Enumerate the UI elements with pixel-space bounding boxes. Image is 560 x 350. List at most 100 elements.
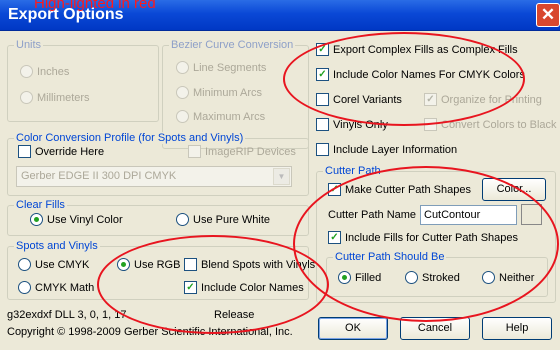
bezier-line-segments-radio[interactable]: Line Segments <box>176 61 266 74</box>
spots-vinyls-legend: Spots and Vinyls <box>14 240 100 252</box>
cancel-button[interactable]: Cancel <box>400 317 470 340</box>
units-millimeters-label: Millimeters <box>37 91 90 104</box>
dialog-client-area: Units Inches Millimeters Bezier Curve Co… <box>0 31 560 350</box>
cutter-path-legend: Cutter Path <box>323 165 383 177</box>
make-cutter-shapes-label: Make Cutter Path Shapes <box>345 183 471 196</box>
include-cmyk-names-label: Include Color Names For CMYK Colors <box>333 68 525 81</box>
checkbox-box: ✓ <box>316 43 329 56</box>
use-cmyk-label: Use CMYK <box>35 258 90 271</box>
radio-indicator <box>20 91 33 104</box>
checkbox-box <box>316 93 329 106</box>
filled-radio[interactable]: Filled <box>338 271 381 284</box>
blend-spots-label: Blend Spots with Vinyls <box>201 258 316 271</box>
use-vinyl-color-label: Use Vinyl Color <box>47 213 123 226</box>
units-group: Units <box>7 39 159 122</box>
dropdown-arrow-icon[interactable]: ▼ <box>273 168 290 185</box>
use-rgb-radio[interactable]: Use RGB <box>117 258 180 271</box>
help-button[interactable]: Help <box>482 317 552 340</box>
override-here-checkbox[interactable]: Override Here <box>18 145 104 158</box>
include-color-names-checkbox[interactable]: ✓ Include Color Names <box>184 281 304 294</box>
use-vinyl-color-radio[interactable]: Use Vinyl Color <box>30 213 123 226</box>
neither-radio[interactable]: Neither <box>482 271 534 284</box>
organize-printing-label: Organize for Printing <box>441 93 542 106</box>
checkbox-box: ✓ <box>328 231 341 244</box>
checkbox-box <box>316 143 329 156</box>
checkbox-box <box>184 258 197 271</box>
blend-spots-checkbox[interactable]: Blend Spots with Vinyls <box>184 258 315 271</box>
corel-variants-checkbox[interactable]: Corel Variants <box>316 93 402 106</box>
release-text: Release <box>214 309 255 321</box>
checkbox-box <box>424 118 437 131</box>
organize-printing-checkbox[interactable]: ✓ Organize for Printing <box>424 93 542 106</box>
annotation-text: High-lighted in red <box>34 0 156 12</box>
checkbox-box: ✓ <box>328 183 341 196</box>
ok-button[interactable]: OK <box>318 317 388 340</box>
color-profile-value: Gerber EDGE II 300 DPI CMYK <box>21 170 177 182</box>
radio-indicator <box>117 258 130 271</box>
export-complex-fills-checkbox[interactable]: ✓ Export Complex Fills as Complex Fills <box>316 43 518 56</box>
bezier-minimum-arcs-label: Minimum Arcs <box>193 86 263 99</box>
radio-indicator <box>482 271 495 284</box>
units-legend: Units <box>14 39 44 51</box>
close-icon[interactable]: ✕ <box>536 3 560 27</box>
checkbox-box <box>316 118 329 131</box>
clear-fills-legend: Clear Fills <box>14 199 67 211</box>
use-cmyk-radio[interactable]: Use CMYK <box>18 258 89 271</box>
include-cmyk-names-checkbox[interactable]: ✓ Include Color Names For CMYK Colors <box>316 68 525 81</box>
checkbox-box: ✓ <box>316 68 329 81</box>
cmyk-math-radio[interactable]: CMYK Math <box>18 281 94 294</box>
copyright-text: Copyright © 1998-2009 Gerber Scientific … <box>7 326 293 338</box>
convert-black-checkbox[interactable]: Convert Colors to Black <box>424 118 557 131</box>
use-rgb-label: Use RGB <box>134 258 181 271</box>
radio-indicator <box>30 213 43 226</box>
radio-indicator <box>20 65 33 78</box>
imagerip-devices-checkbox[interactable]: ImageRIP Devices <box>188 145 296 158</box>
checkbox-box <box>18 145 31 158</box>
color-profile-dropdown[interactable]: Gerber EDGE II 300 DPI CMYK ▼ <box>16 166 292 187</box>
bezier-line-segments-label: Line Segments <box>193 61 267 74</box>
vinyls-only-checkbox[interactable]: Vinyls Only <box>316 118 388 131</box>
units-inches-radio[interactable]: Inches <box>20 65 69 78</box>
radio-indicator <box>176 86 189 99</box>
include-fills-cutter-label: Include Fills for Cutter Path Shapes <box>345 231 519 244</box>
bezier-maximum-arcs-radio[interactable]: Maximum Arcs <box>176 110 265 123</box>
cutter-path-name-label: Cutter Path Name <box>328 209 417 221</box>
filled-label: Filled <box>355 271 382 284</box>
cutter-should-be-legend: Cutter Path Should Be <box>333 251 447 263</box>
use-pure-white-radio[interactable]: Use Pure White <box>176 213 270 226</box>
color-profile-legend: Color Conversion Profile (for Spots and … <box>14 132 246 144</box>
radio-indicator <box>176 61 189 74</box>
include-layer-info-checkbox[interactable]: Include Layer Information <box>316 143 457 156</box>
radio-indicator <box>338 271 351 284</box>
cutter-path-name-input[interactable]: CutContour <box>420 205 517 225</box>
bezier-maximum-arcs-label: Maximum Arcs <box>193 110 266 123</box>
make-cutter-shapes-checkbox[interactable]: ✓ Make Cutter Path Shapes <box>328 183 471 196</box>
vinyls-only-label: Vinyls Only <box>333 118 388 131</box>
include-layer-info-label: Include Layer Information <box>333 143 458 156</box>
radio-indicator <box>18 281 31 294</box>
include-fills-cutter-checkbox[interactable]: ✓ Include Fills for Cutter Path Shapes <box>328 231 518 244</box>
color-button[interactable]: Color... <box>482 178 546 201</box>
checkbox-box: ✓ <box>424 93 437 106</box>
corel-variants-label: Corel Variants <box>333 93 402 106</box>
bezier-legend: Bezier Curve Conversion <box>169 39 296 51</box>
units-inches-label: Inches <box>37 65 70 78</box>
checkbox-box: ✓ <box>184 281 197 294</box>
version-text: g32exdxf DLL 3, 0, 1, 17 <box>7 309 127 321</box>
stroked-label: Stroked <box>422 271 460 284</box>
imagerip-devices-label: ImageRIP Devices <box>205 145 296 158</box>
radio-indicator <box>405 271 418 284</box>
override-here-label: Override Here <box>35 145 105 158</box>
radio-indicator <box>176 213 189 226</box>
stroked-radio[interactable]: Stroked <box>405 271 460 284</box>
cutter-color-swatch[interactable] <box>521 204 542 225</box>
bezier-minimum-arcs-radio[interactable]: Minimum Arcs <box>176 86 262 99</box>
radio-indicator <box>18 258 31 271</box>
neither-label: Neither <box>499 271 535 284</box>
export-options-dialog: Export Options ✕ High-lighted in red Uni… <box>0 0 560 350</box>
checkbox-box <box>188 145 201 158</box>
export-complex-fills-label: Export Complex Fills as Complex Fills <box>333 43 518 56</box>
units-millimeters-radio[interactable]: Millimeters <box>20 91 90 104</box>
include-color-names-label: Include Color Names <box>201 281 304 294</box>
cmyk-math-label: CMYK Math <box>35 281 95 294</box>
